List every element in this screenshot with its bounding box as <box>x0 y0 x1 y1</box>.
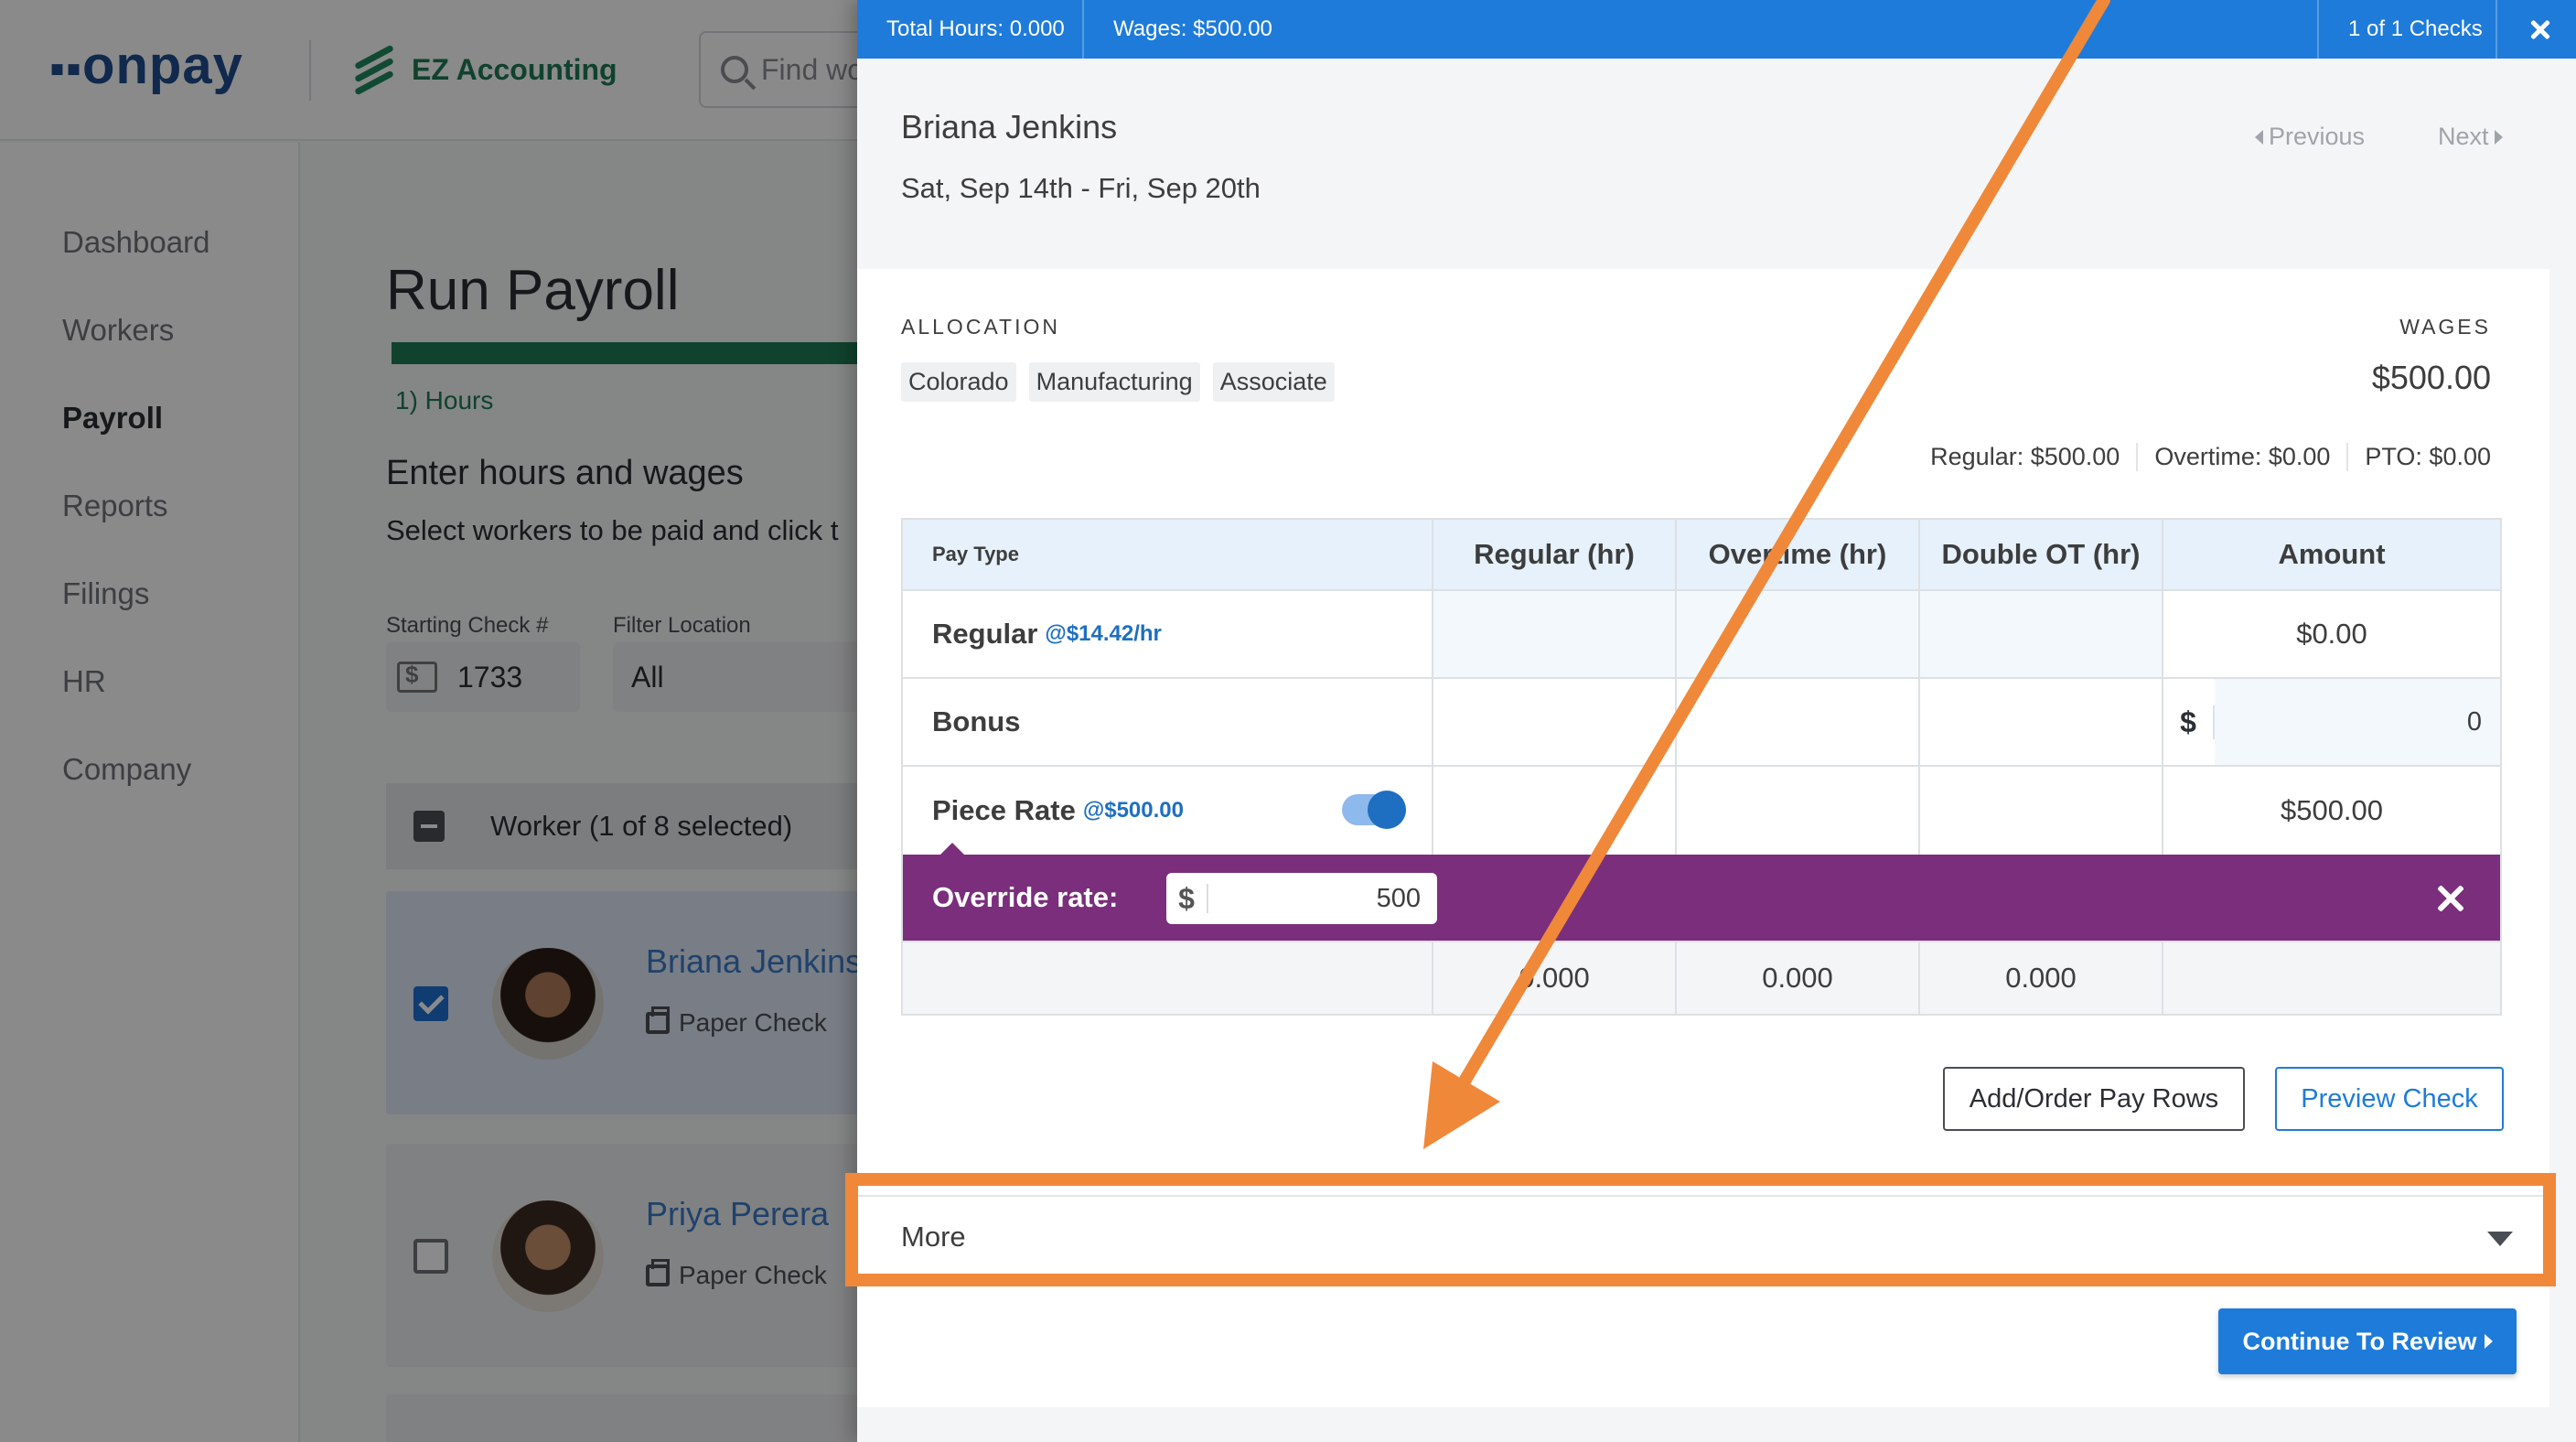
annotation-arrow <box>1423 0 2110 1149</box>
